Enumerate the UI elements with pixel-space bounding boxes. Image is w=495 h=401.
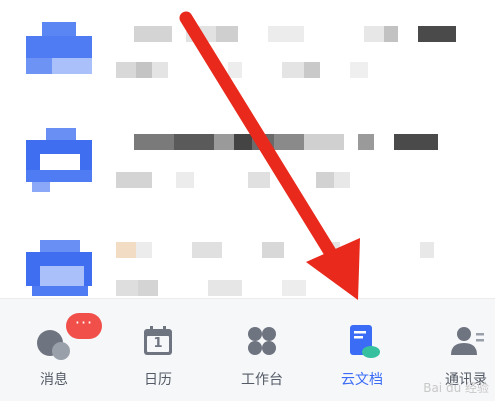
tab-label: 消息 bbox=[40, 372, 68, 388]
tab-label: 工作台 bbox=[241, 372, 283, 388]
blurred-title bbox=[116, 242, 434, 258]
blurred-title bbox=[134, 26, 456, 42]
avatar bbox=[22, 126, 96, 194]
tab-label: 日历 bbox=[144, 372, 172, 388]
list-item[interactable] bbox=[0, 18, 495, 118]
blurred-preview bbox=[116, 172, 350, 188]
tab-cloud-docs[interactable]: 云文档 bbox=[322, 299, 402, 401]
watermark: Bai du 经验 bbox=[423, 381, 489, 395]
tab-calendar[interactable]: 1 日历 bbox=[118, 299, 198, 401]
grid-apps-icon bbox=[242, 321, 282, 361]
contacts-icon bbox=[446, 321, 486, 361]
blurred-preview bbox=[116, 62, 368, 78]
cloud-document-icon bbox=[342, 321, 382, 361]
tab-workspace[interactable]: 工作台 bbox=[222, 299, 302, 401]
unread-badge: ··· bbox=[66, 313, 102, 339]
bottom-tab-bar: ··· 消息 1 日历 工作台 云文档 通讯录 bbox=[0, 298, 495, 401]
avatar bbox=[22, 238, 96, 306]
list-item[interactable] bbox=[0, 120, 495, 220]
calendar-day: 1 bbox=[153, 336, 163, 351]
avatar bbox=[22, 18, 96, 86]
blurred-title bbox=[134, 134, 438, 150]
tab-label: 云文档 bbox=[341, 372, 383, 388]
blurred-preview bbox=[116, 280, 306, 296]
chat-list bbox=[0, 0, 495, 300]
tab-messages[interactable]: ··· 消息 bbox=[14, 299, 102, 401]
